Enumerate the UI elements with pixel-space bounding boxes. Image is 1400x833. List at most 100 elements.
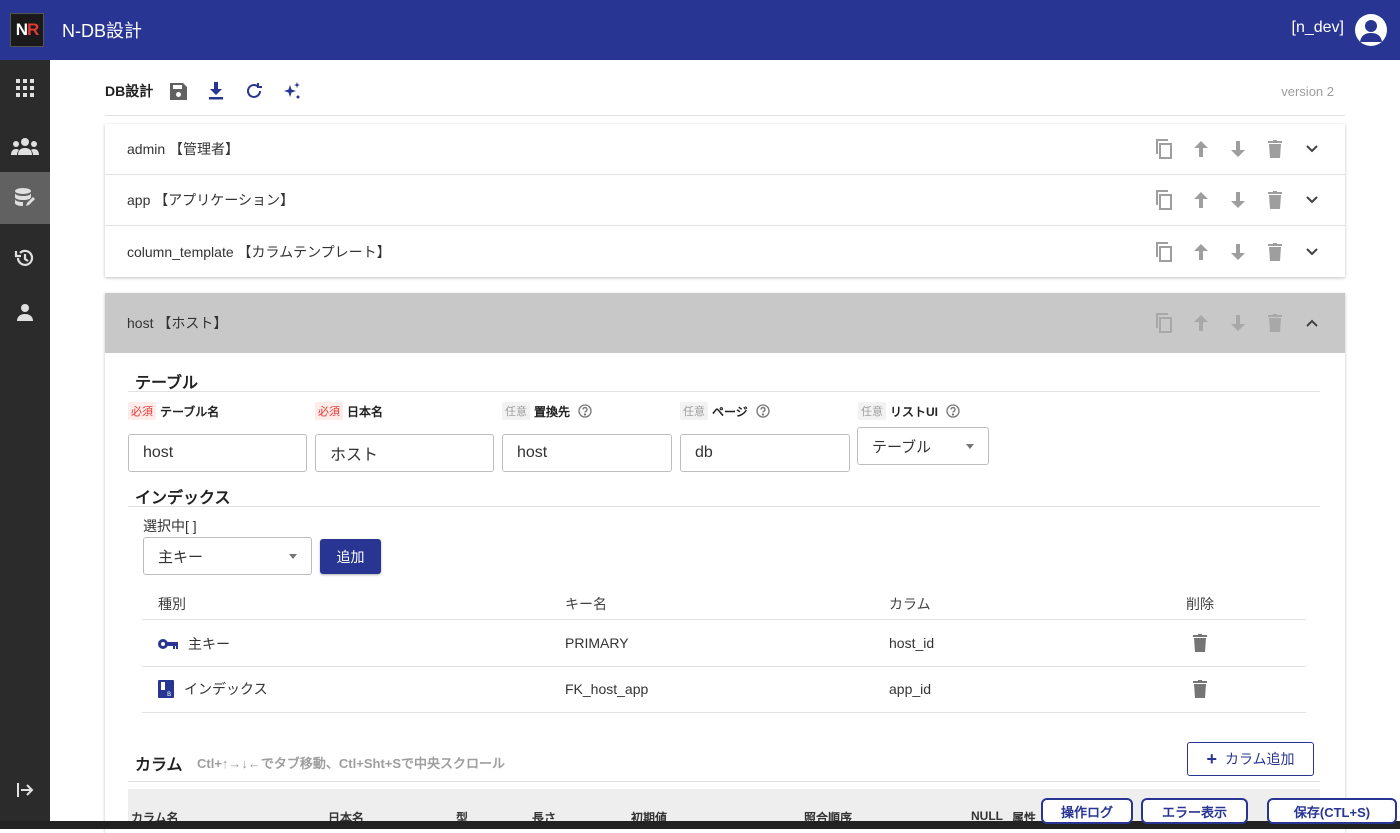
schema-row-host[interactable]: host 【ホスト】 xyxy=(105,293,1345,353)
index-key-name: FK_host_app xyxy=(565,681,649,697)
row-actions xyxy=(1140,175,1325,225)
index-type-select[interactable]: 主キー xyxy=(143,537,312,575)
account-icon[interactable] xyxy=(1355,14,1387,46)
delete-index-icon[interactable] xyxy=(1193,634,1207,657)
arrow-down-icon[interactable] xyxy=(1225,239,1251,265)
delete-icon[interactable] xyxy=(1262,239,1288,265)
delete-icon[interactable] xyxy=(1262,187,1288,213)
operation-log-button[interactable]: 操作ログ xyxy=(1041,798,1133,824)
index-key-name: PRIMARY xyxy=(565,635,629,651)
list-ui-select[interactable]: テーブル xyxy=(857,427,989,465)
index-header-column: カラム xyxy=(889,596,931,612)
list-ui-value: テーブル xyxy=(872,438,932,456)
delete-index-icon[interactable] xyxy=(1193,680,1207,703)
required-tag: 必須 xyxy=(128,402,156,420)
arrow-up-icon[interactable] xyxy=(1188,310,1214,336)
arrow-down-icon[interactable] xyxy=(1225,187,1251,213)
delete-icon[interactable] xyxy=(1262,310,1288,336)
arrow-down-icon[interactable] xyxy=(1225,310,1251,336)
field-label: リストUI xyxy=(890,404,939,419)
version-label: version 2 xyxy=(1281,84,1334,99)
database-edit-icon[interactable] xyxy=(0,172,50,224)
apps-icon[interactable] xyxy=(0,62,50,114)
help-icon[interactable] xyxy=(946,404,960,418)
expand-sidebar-icon[interactable] xyxy=(0,764,50,816)
copy-icon[interactable] xyxy=(1151,136,1177,162)
dropdown-caret-icon xyxy=(289,554,297,559)
row-actions xyxy=(1140,226,1325,277)
save-icon[interactable] xyxy=(165,78,191,104)
app-logo[interactable]: NR xyxy=(10,13,44,47)
key-icon xyxy=(158,638,178,650)
schema-label: admin 【管理者】 xyxy=(127,141,240,157)
save-button[interactable]: 保存(CTL+S) xyxy=(1267,798,1397,824)
section-divider xyxy=(128,506,1320,507)
plus-icon: + xyxy=(1206,748,1217,769)
add-column-button[interactable]: + カラム追加 xyxy=(1187,742,1314,776)
toolbar-divider xyxy=(105,115,1345,116)
schema-row-column-template[interactable]: column_template 【カラムテンプレート】 xyxy=(105,226,1345,277)
add-column-label: カラム追加 xyxy=(1224,751,1295,767)
japanese-name-input[interactable]: ホスト xyxy=(315,434,494,472)
ai-sparkle-icon[interactable] xyxy=(279,78,305,104)
row-actions xyxy=(1140,124,1325,174)
field-label: テーブル名 xyxy=(160,404,220,419)
column-section-title: カラム xyxy=(135,757,183,774)
schema-row-admin[interactable]: admin 【管理者】 xyxy=(105,124,1345,175)
index-header-key: キー名 xyxy=(565,596,607,612)
copy-icon[interactable] xyxy=(1151,239,1177,265)
toolbar-title: DB設計 xyxy=(105,83,154,99)
table-section-title: テーブル xyxy=(135,375,199,392)
list-ui-label: 任意 リストUI xyxy=(858,402,960,420)
chevron-down-icon[interactable] xyxy=(1299,239,1325,265)
logo-r: R xyxy=(27,20,39,39)
schema-label: app 【アプリケーション】 xyxy=(127,192,294,208)
copy-icon[interactable] xyxy=(1151,310,1177,336)
arrow-up-icon[interactable] xyxy=(1188,187,1214,213)
index-section-title: インデックス xyxy=(135,490,231,507)
table-name-input[interactable]: host xyxy=(128,434,307,472)
arrow-up-icon[interactable] xyxy=(1188,239,1214,265)
logo-n: N xyxy=(15,20,28,39)
page-label: 任意 ページ xyxy=(680,402,770,420)
section-divider xyxy=(128,391,1320,392)
field-label: 置換先 xyxy=(534,404,571,419)
selected-indicator: 選択中[ ] xyxy=(143,518,197,534)
error-display-button[interactable]: エラー表示 xyxy=(1141,798,1248,824)
toolbar: DB設計 xyxy=(105,76,317,106)
chevron-down-icon[interactable] xyxy=(1299,187,1325,213)
row-actions xyxy=(1140,293,1325,353)
section-divider xyxy=(128,781,1320,782)
sidebar xyxy=(0,60,50,829)
schema-row-app[interactable]: app 【アプリケーション】 xyxy=(105,175,1345,226)
index-type-label: 主キー xyxy=(188,636,230,652)
index-row-type: B インデックス xyxy=(158,679,268,699)
page-input[interactable]: db xyxy=(680,434,850,472)
required-tag: 必須 xyxy=(315,402,343,420)
user-name[interactable]: [n_dev] xyxy=(1292,19,1344,37)
download-icon[interactable] xyxy=(203,78,229,104)
chevron-down-icon[interactable] xyxy=(1299,136,1325,162)
schema-label: host 【ホスト】 xyxy=(127,315,228,331)
help-icon[interactable] xyxy=(578,404,592,418)
optional-tag: 任意 xyxy=(680,402,708,420)
person-icon[interactable] xyxy=(0,286,50,338)
svg-text:B: B xyxy=(167,691,171,698)
add-index-button[interactable]: 追加 xyxy=(320,539,381,574)
schema-list: admin 【管理者】 app 【アプリケーション】 column_templa… xyxy=(105,124,1345,277)
index-type-value: 主キー xyxy=(158,548,204,566)
groups-icon[interactable] xyxy=(0,120,50,172)
optional-tag: 任意 xyxy=(502,402,530,420)
history-icon[interactable] xyxy=(0,232,50,284)
chevron-up-icon[interactable] xyxy=(1299,310,1325,336)
optional-tag: 任意 xyxy=(858,402,886,420)
delete-icon[interactable] xyxy=(1262,136,1288,162)
arrow-up-icon[interactable] xyxy=(1188,136,1214,162)
copy-icon[interactable] xyxy=(1151,187,1177,213)
main-content: DB設計 version 2 admin 【管理者】 app 【アプリケーション… xyxy=(50,60,1400,833)
arrow-down-icon[interactable] xyxy=(1225,136,1251,162)
help-icon[interactable] xyxy=(756,404,770,418)
refresh-icon[interactable] xyxy=(241,78,267,104)
replace-input[interactable]: host xyxy=(502,434,672,472)
table-name-label: 必須 テーブル名 xyxy=(128,402,219,420)
